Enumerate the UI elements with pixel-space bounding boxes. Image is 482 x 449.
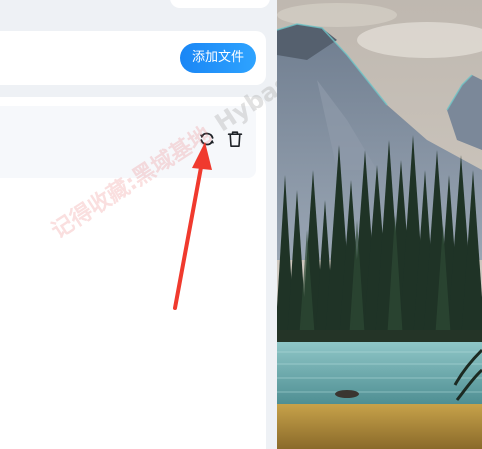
landscape-photo [277, 0, 482, 449]
file-list [0, 97, 266, 449]
delete-button[interactable] [224, 128, 246, 150]
refresh-icon [199, 132, 215, 146]
file-list-item[interactable] [0, 106, 256, 178]
screen: 添加文件 记得收藏:黑域基地 Hybas [0, 0, 482, 449]
add-file-button[interactable]: 添加文件 [179, 43, 256, 73]
mountain-lake-image [277, 0, 482, 449]
add-file-bar: 添加文件 [0, 31, 266, 85]
refresh-button[interactable] [196, 128, 218, 150]
top-card [170, 0, 270, 8]
file-panel: 添加文件 记得收藏:黑域基地 Hybas [0, 0, 295, 449]
trash-icon [227, 131, 243, 147]
